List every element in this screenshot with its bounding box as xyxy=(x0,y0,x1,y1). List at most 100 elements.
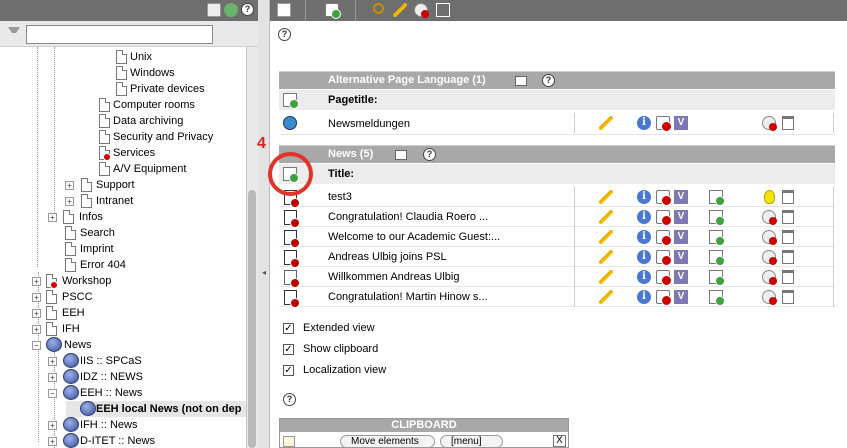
up-level-icon[interactable] xyxy=(277,3,291,17)
tree-node[interactable]: + IFH xyxy=(32,321,246,337)
hide-icon[interactable] xyxy=(762,290,777,305)
new-record-after-icon[interactable] xyxy=(709,210,725,226)
delete-icon[interactable] xyxy=(782,230,794,244)
clipboard-list-icon[interactable] xyxy=(283,436,295,447)
tree-node[interactable]: Search xyxy=(65,225,246,241)
expand-icon[interactable]: + xyxy=(65,181,74,190)
delete-icon[interactable] xyxy=(782,116,794,130)
hide-icon[interactable] xyxy=(762,230,777,245)
tree-node[interactable]: + PSCC xyxy=(32,289,246,305)
delete-icon[interactable] xyxy=(782,290,794,304)
tree-node[interactable]: + Infos xyxy=(48,209,246,225)
localization-view-checkbox[interactable]: ✓ xyxy=(283,365,294,376)
info-icon[interactable]: i xyxy=(637,230,651,244)
info-icon[interactable]: i xyxy=(637,250,651,264)
unhide-icon[interactable] xyxy=(764,190,775,204)
version-icon[interactable]: V xyxy=(674,290,688,304)
help-icon[interactable]: ? xyxy=(241,3,254,16)
expand-icon[interactable]: + xyxy=(32,293,41,302)
edit-icon[interactable] xyxy=(599,116,613,130)
hide-icon[interactable] xyxy=(414,3,429,18)
expand-icon[interactable]: + xyxy=(48,357,57,366)
refresh-icon[interactable] xyxy=(224,3,238,17)
tree-node[interactable]: Data archiving xyxy=(99,113,246,129)
edit-icon[interactable] xyxy=(599,270,613,284)
version-icon[interactable]: V xyxy=(674,116,688,130)
history-icon[interactable] xyxy=(656,290,672,306)
expand-icon[interactable]: + xyxy=(32,325,41,334)
tree-node[interactable]: Security and Privacy xyxy=(99,129,246,145)
delete-icon[interactable] xyxy=(782,250,794,264)
tree-node[interactable]: − News xyxy=(32,337,246,353)
edit-icon[interactable] xyxy=(393,3,407,17)
help-icon[interactable]: ? xyxy=(278,28,291,41)
delete-icon[interactable] xyxy=(782,210,794,224)
tree-node[interactable]: Services xyxy=(99,145,246,161)
edit-icon[interactable] xyxy=(599,190,613,204)
filter-icon[interactable] xyxy=(8,27,20,39)
collapse-icon[interactable]: − xyxy=(48,389,57,398)
edit-icon[interactable] xyxy=(599,250,613,264)
expand-icon[interactable]: + xyxy=(32,309,41,318)
tree-node[interactable]: + Workshop xyxy=(32,273,246,289)
history-icon[interactable] xyxy=(656,270,672,286)
edit-icon[interactable] xyxy=(599,230,613,244)
version-icon[interactable]: V xyxy=(674,250,688,264)
expand-icon[interactable]: + xyxy=(48,373,57,382)
tree-node[interactable]: Computer rooms xyxy=(99,97,246,113)
tree-filter-input[interactable] xyxy=(26,25,213,44)
search-icon[interactable] xyxy=(373,3,384,14)
hide-icon[interactable] xyxy=(762,250,777,265)
new-record-after-icon[interactable] xyxy=(709,270,725,286)
move-icon[interactable] xyxy=(436,3,450,17)
edit-icon[interactable] xyxy=(599,290,613,304)
tree-scrollbar-thumb[interactable] xyxy=(248,190,256,448)
history-icon[interactable] xyxy=(656,190,672,206)
tree-node[interactable]: − EEH :: News xyxy=(48,385,246,401)
history-icon[interactable] xyxy=(656,250,672,266)
delete-icon[interactable] xyxy=(782,270,794,284)
expand-icon[interactable]: + xyxy=(48,213,57,222)
show-clipboard-checkbox[interactable]: ✓ xyxy=(283,344,294,355)
history-icon[interactable] xyxy=(656,116,672,132)
version-icon[interactable]: V xyxy=(674,270,688,284)
version-icon[interactable]: V xyxy=(674,230,688,244)
collapse-pane-icon[interactable]: ◂ xyxy=(259,268,269,278)
close-icon[interactable]: X xyxy=(553,435,566,447)
new-record-icon[interactable] xyxy=(325,3,341,19)
tree-node[interactable]: + D-ITET :: News xyxy=(48,433,246,448)
clipboard-mode-select[interactable]: Move elements xyxy=(340,435,435,448)
help-icon[interactable]: ? xyxy=(283,393,296,406)
tree-node[interactable]: Imprint xyxy=(65,241,246,257)
tree-node[interactable]: Unix xyxy=(116,49,246,65)
tree-node[interactable]: Private devices xyxy=(116,81,246,97)
tree-node[interactable]: + IIS :: SPCaS xyxy=(48,353,246,369)
info-icon[interactable]: i xyxy=(637,210,651,224)
expand-icon[interactable]: + xyxy=(32,277,41,286)
new-page-icon[interactable] xyxy=(207,3,221,17)
edit-icon[interactable] xyxy=(599,210,613,224)
info-icon[interactable]: i xyxy=(637,290,651,304)
history-icon[interactable] xyxy=(656,210,672,226)
hide-icon[interactable] xyxy=(762,210,777,225)
tree-node[interactable]: + EEH xyxy=(32,305,246,321)
tree-node[interactable]: Error 404 xyxy=(65,257,246,273)
expand-icon[interactable]: + xyxy=(48,421,57,430)
tree-node-selected[interactable]: EEH local News (not on dep xyxy=(66,401,246,417)
hide-icon[interactable] xyxy=(762,116,777,131)
info-icon[interactable]: i xyxy=(637,190,651,204)
new-record-after-icon[interactable] xyxy=(709,250,725,266)
new-record-after-icon[interactable] xyxy=(709,290,725,306)
tree-node[interactable]: + Intranet xyxy=(65,193,246,209)
help-icon[interactable]: ? xyxy=(542,74,555,87)
hide-icon[interactable] xyxy=(762,270,777,285)
version-icon[interactable]: V xyxy=(674,190,688,204)
info-icon[interactable]: i xyxy=(637,116,651,130)
expand-icon[interactable]: + xyxy=(48,437,57,446)
tree-node[interactable]: A/V Equipment xyxy=(99,161,246,177)
expand-section-icon[interactable] xyxy=(515,76,527,86)
expand-icon[interactable]: + xyxy=(65,197,74,206)
expand-section-icon[interactable] xyxy=(395,150,407,160)
delete-icon[interactable] xyxy=(782,190,794,204)
collapse-icon[interactable]: − xyxy=(32,341,41,350)
